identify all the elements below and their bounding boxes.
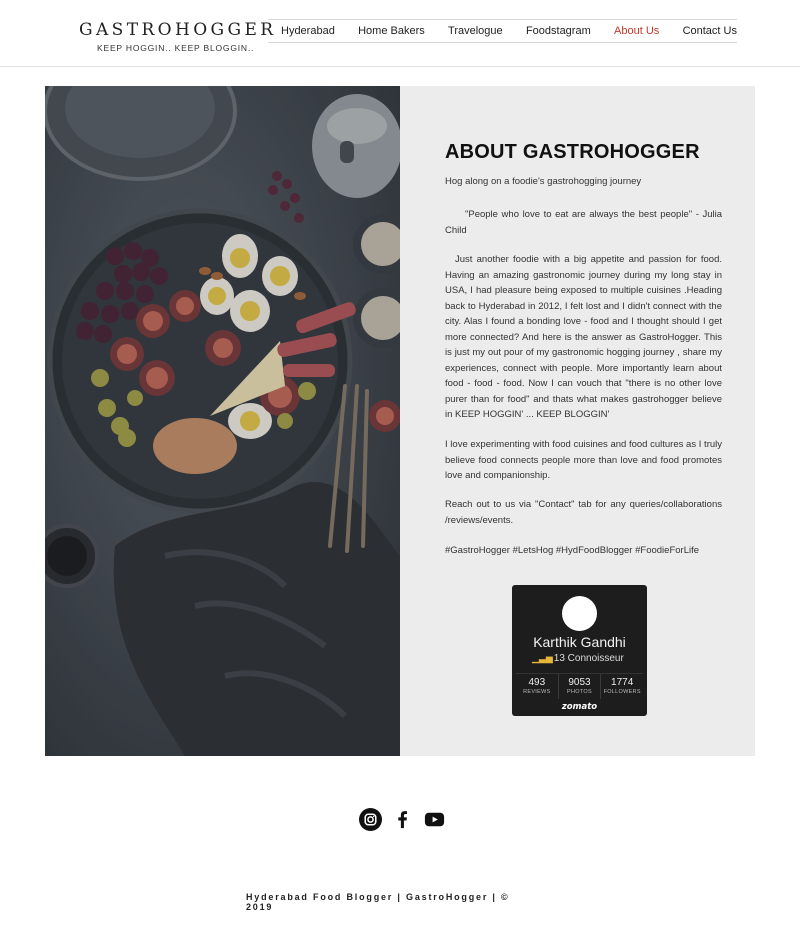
stat-label: PHOTOS — [567, 689, 592, 695]
zomato-logo: zomato — [561, 702, 598, 712]
stat-photos: 9053 PHOTOS — [559, 674, 602, 699]
level-bars-icon: ▁▃▅ — [532, 653, 553, 663]
nav-item-hyderabad[interactable]: Hyderabad — [281, 25, 335, 37]
zomato-stats: 493 REVIEWS 9053 PHOTOS 1774 FOLLOWERS — [516, 673, 643, 699]
brand-tagline: KEEP HOGGIN.. KEEP BLOGGIN.. — [97, 43, 255, 53]
zomato-user-level: ▁▃▅13 Connoisseur — [532, 653, 624, 664]
nav-item-home-bakers[interactable]: Home Bakers — [358, 25, 425, 37]
page-title: ABOUT GASTROHOGGER — [445, 141, 700, 163]
zomato-user-name: Karthik Gandhi — [533, 634, 626, 650]
facebook-icon[interactable] — [391, 808, 414, 831]
brand-title: GASTROHOGGER — [79, 20, 277, 40]
stat-label: FOLLOWERS — [603, 689, 641, 695]
main-nav: Hyderabad Home Bakers Travelogue Foodsta… — [268, 19, 737, 43]
hero-food-image — [45, 86, 400, 756]
about-paragraph-3: Reach out to us via "Contact" tab for an… — [445, 499, 722, 526]
footer-text: Hyderabad Food Blogger | GastroHogger | … — [246, 892, 510, 912]
about-hashtags: #GastroHogger #LetsHog #HydFoodBlogger #… — [445, 545, 700, 556]
social-links — [359, 808, 446, 831]
about-paragraph-2: I love experimenting with food cuisines … — [445, 439, 722, 481]
nav-item-about-us[interactable]: About Us — [614, 25, 659, 37]
brand-logo[interactable]: GASTROHOGGER KEEP HOGGIN.. KEEP BLOGGIN.… — [79, 20, 277, 53]
about-panel: ABOUT GASTROHOGGER Hog along on a foodie… — [400, 86, 755, 756]
site-header: GASTROHOGGER KEEP HOGGIN.. KEEP BLOGGIN.… — [0, 0, 800, 67]
nav-item-travelogue[interactable]: Travelogue — [448, 25, 503, 37]
stat-value: 9053 — [568, 677, 591, 688]
instagram-icon[interactable] — [359, 808, 382, 831]
zomato-level-text: 13 Connoisseur — [553, 653, 624, 664]
stat-followers: 1774 FOLLOWERS — [601, 674, 643, 699]
stat-label: REVIEWS — [523, 689, 551, 695]
zomato-profile-widget[interactable]: Karthik Gandhi ▁▃▅13 Connoisseur 493 REV… — [512, 585, 647, 716]
about-subtitle: Hog along on a foodie's gastrohogging jo… — [445, 176, 642, 187]
nav-item-foodstagram[interactable]: Foodstagram — [526, 25, 591, 37]
nav-item-contact-us[interactable]: Contact Us — [683, 25, 737, 37]
youtube-icon[interactable] — [423, 808, 446, 831]
food-platter-illustration — [45, 86, 400, 756]
stat-value: 1774 — [611, 677, 634, 688]
avatar — [562, 596, 597, 631]
about-quote: "People who love to eat are always the b… — [445, 209, 722, 236]
stat-value: 493 — [528, 677, 546, 688]
stat-reviews: 493 REVIEWS — [516, 674, 559, 699]
about-paragraph-1: Just another foodie with a big appetite … — [445, 254, 722, 420]
